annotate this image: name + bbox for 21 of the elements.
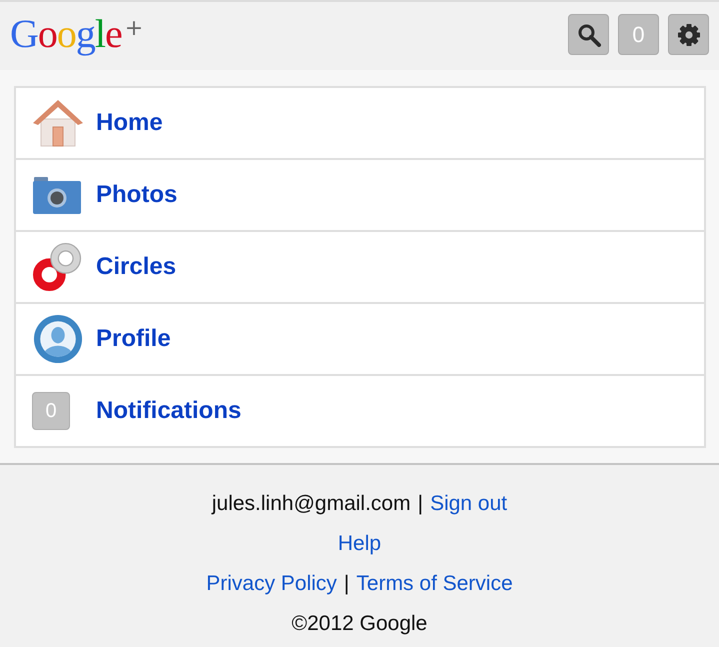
- footer-text: jules.linh@gmail.com: [212, 492, 411, 516]
- search-icon: [576, 22, 600, 46]
- menu-item[interactable]: Profile: [16, 302, 704, 374]
- menu-item[interactable]: Photos: [16, 158, 704, 230]
- settings-button[interactable]: [668, 14, 709, 55]
- menu-item[interactable]: Home: [16, 88, 704, 158]
- circles-icon: [32, 242, 84, 292]
- profile-avatar-icon: [32, 314, 84, 364]
- footer-link[interactable]: Privacy Policy: [206, 572, 337, 596]
- footer-text: ©2012 Google: [292, 612, 428, 636]
- footer-link[interactable]: Help: [338, 532, 382, 556]
- separator: |: [344, 572, 350, 596]
- search-button[interactable]: [568, 14, 609, 55]
- footer-link[interactable]: Sign out: [430, 492, 508, 516]
- google-plus-logo[interactable]: Google$^{+}$: [10, 6, 142, 57]
- house-icon: [32, 98, 84, 148]
- menu-item[interactable]: 0 Notifications: [16, 374, 704, 446]
- separator: |: [418, 492, 424, 516]
- menu-item[interactable]: Circles: [16, 230, 704, 302]
- footer-link[interactable]: Terms of Service: [356, 572, 513, 596]
- notification-count: 0: [32, 392, 70, 430]
